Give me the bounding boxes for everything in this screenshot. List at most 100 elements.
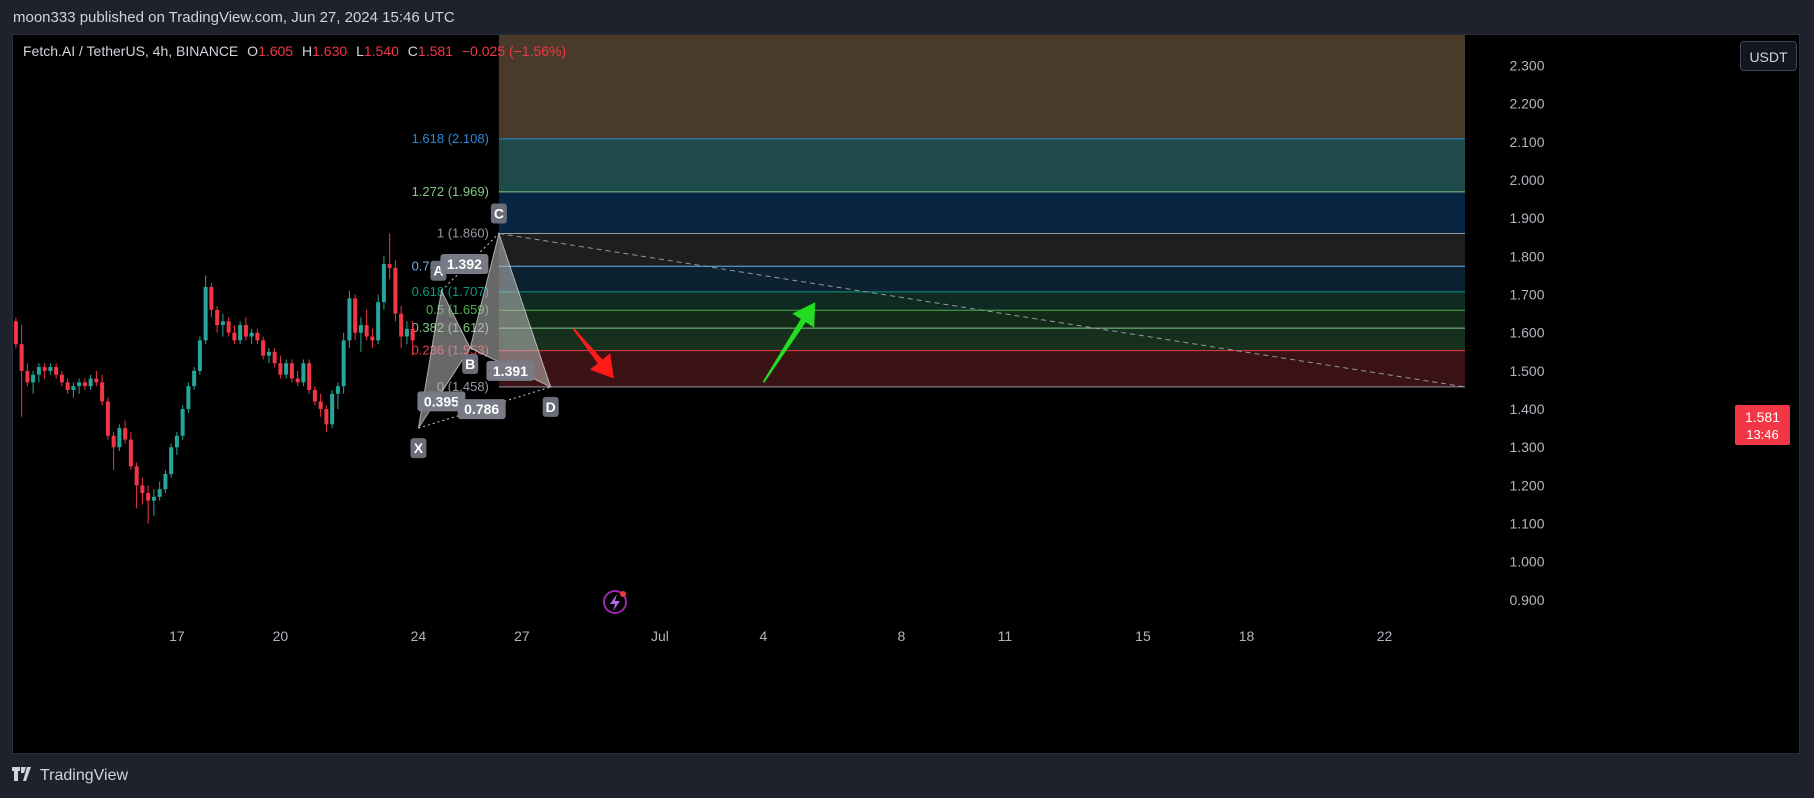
candle-body <box>140 485 145 494</box>
tradingview-logo-icon[interactable] <box>12 767 34 785</box>
y-tick-label: 1.100 <box>1509 516 1544 532</box>
x-tick-label: 4 <box>760 628 768 644</box>
low-label: L <box>356 43 364 59</box>
lightning-icon[interactable] <box>603 590 627 614</box>
candle-body <box>255 332 260 341</box>
candle-body <box>13 321 18 345</box>
candle-body <box>335 386 340 394</box>
candle-body <box>324 409 329 425</box>
fib-zone <box>498 266 1465 292</box>
candle-body <box>169 447 174 474</box>
high-label: H <box>302 43 313 59</box>
y-tick-label: 2.300 <box>1509 58 1544 74</box>
candle-body <box>243 325 248 337</box>
candle-body <box>381 264 386 303</box>
pattern-point-x: X <box>414 440 424 456</box>
fib-zone <box>498 35 1465 139</box>
candle-body <box>186 386 191 410</box>
candle-body <box>272 351 277 364</box>
candle-body <box>261 340 266 356</box>
candle-body <box>100 382 105 402</box>
currency-button[interactable]: USDT <box>1740 41 1797 71</box>
y-tick-label: 1.000 <box>1509 554 1544 570</box>
change-value: −0.025 (−1.56%) <box>461 43 567 59</box>
fib-zone <box>498 310 1465 329</box>
candle-body <box>370 336 375 341</box>
footer: TradingView <box>12 762 128 790</box>
candle-body <box>174 435 179 448</box>
candle-body <box>25 370 30 383</box>
candle-body <box>312 389 317 402</box>
candle-body <box>48 367 53 371</box>
pattern-point-b: B <box>465 356 475 372</box>
fib-level-label: 1.618 (2.108) <box>412 131 489 146</box>
pattern-ratio-label: 0.395 <box>424 393 459 409</box>
x-tick-label: 22 <box>1377 628 1393 644</box>
y-tick-label: 2.200 <box>1509 96 1544 112</box>
candle-body <box>232 332 237 341</box>
candle-body <box>203 286 208 341</box>
lightning-icon-dot <box>620 591 626 597</box>
candle-body <box>399 313 404 337</box>
chart-frame[interactable]: 1.618 (2.108) 1.272 (1.969) 1 (1.860) 0.786… <box>12 34 1800 754</box>
fib-level-label: 1.272 (1.969) <box>412 184 489 199</box>
y-tick-label: 1.300 <box>1509 439 1544 455</box>
fib-zone <box>498 191 1465 234</box>
footer-logo-text[interactable]: TradingView <box>40 767 128 785</box>
symbol-label[interactable]: Fetch.AI / TetherUS, 4h, BINANCE <box>23 43 238 59</box>
pattern-point-d: D <box>546 399 556 415</box>
last-price-tag: 1.581 13:46 <box>1735 405 1790 445</box>
y-tick-label: 1.700 <box>1509 287 1544 303</box>
candle-body <box>289 363 294 379</box>
y-tick-label: 1.900 <box>1509 210 1544 226</box>
candle-body <box>387 264 392 268</box>
candle-body <box>197 340 202 371</box>
fib-level-label: 1 (1.860) <box>437 225 489 240</box>
candle-body <box>404 328 409 337</box>
candle-body <box>31 374 36 383</box>
y-tick-label: 1.200 <box>1509 477 1544 493</box>
pattern-ratio-label: 0.786 <box>464 401 499 417</box>
open-value: 1.605 <box>258 43 294 59</box>
publisher-header: moon333 published on TradingView.com, Ju… <box>13 9 455 26</box>
countdown-timer: 13:46 <box>1746 427 1779 442</box>
x-tick-label: 17 <box>169 628 185 644</box>
high-value: 1.630 <box>312 43 348 59</box>
candle-body <box>94 378 99 383</box>
y-tick-label: 1.800 <box>1509 248 1544 264</box>
candle-body <box>209 286 214 310</box>
last-price-value: 1.581 <box>1744 409 1781 425</box>
candle-body <box>215 309 220 326</box>
candle-body <box>410 328 415 341</box>
candle-body <box>249 332 254 337</box>
candle-body <box>307 363 312 390</box>
candle-body <box>65 382 70 390</box>
candle-body <box>295 378 300 383</box>
x-tick-label: 20 <box>273 628 289 644</box>
low-value: 1.540 <box>363 43 399 59</box>
y-tick-label: 2.100 <box>1509 134 1544 150</box>
fib-zone <box>498 291 1465 311</box>
candle-body <box>134 466 139 486</box>
y-tick-label: 1.400 <box>1509 401 1544 417</box>
pattern-ratio-label: 1.392 <box>447 256 482 272</box>
candle-body <box>163 473 168 490</box>
ohlc-legend: Fetch.AI / TetherUS, 4h, BINANCE O1.605 … <box>23 43 566 59</box>
close-label: C <box>407 43 418 59</box>
candle-body <box>266 351 271 356</box>
candle-body <box>347 298 352 341</box>
lightning-icon-bolt <box>610 594 620 611</box>
candle-body <box>157 489 162 497</box>
candle-body <box>353 298 358 333</box>
candle-body <box>88 378 93 387</box>
candle-body <box>341 340 346 387</box>
fib-zone <box>498 138 1465 192</box>
candle-body <box>128 439 133 467</box>
candle-body <box>54 367 59 375</box>
fib-zone <box>498 350 1465 387</box>
candle-body <box>192 370 197 387</box>
close-value: 1.581 <box>417 43 453 59</box>
candle-body <box>71 386 76 390</box>
candlestick-chart[interactable]: 1.618 (2.108) 1.272 (1.969) 1 (1.860) 0.786… <box>13 35 1801 755</box>
x-tick-label: 24 <box>411 628 427 644</box>
